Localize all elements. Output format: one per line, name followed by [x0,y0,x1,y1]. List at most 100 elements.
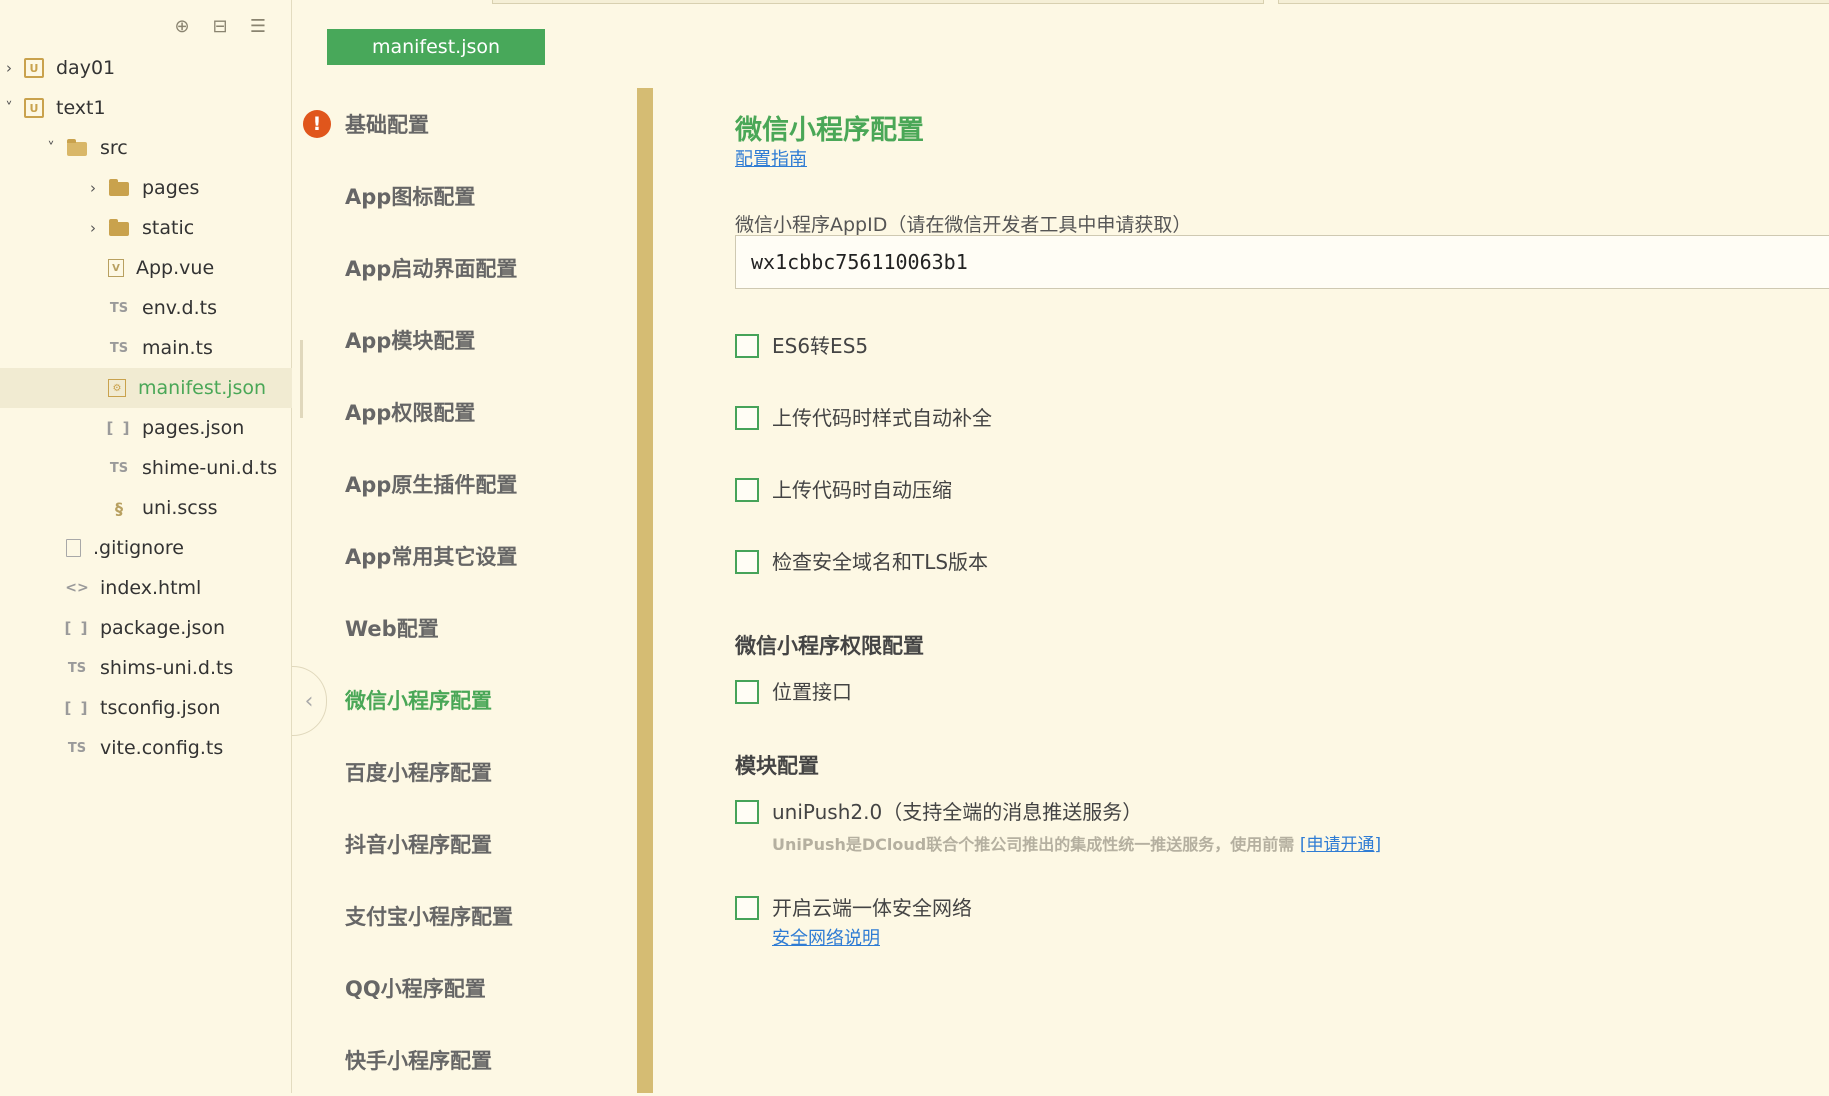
chevron-down-icon[interactable]: ˅ [42,139,60,157]
tree-item-label: index.html [100,577,202,599]
nav-item-label: App启动界面配置 [345,257,518,281]
unipush-hint: UniPush是DCloud联合个推公司推出的集成性统一推送服务，使用前需 [申… [772,830,1381,855]
tree-item[interactable]: TS vite.config.ts [0,728,292,768]
nav-item[interactable]: App原生插件配置 [303,448,633,520]
nav-item[interactable]: ! 基础配置 [303,88,633,160]
explorer-toolbar: ⊕ ⊟ ☰ [170,14,270,38]
page-title: 微信小程序配置 [735,115,924,146]
checkbox[interactable] [735,550,759,574]
json-icon: [ ] [64,619,90,637]
chevron-right-icon[interactable]: › [84,179,102,197]
option-label: 位置接口 [772,680,852,704]
chevron-right-icon[interactable]: › [84,219,102,237]
nav-item[interactable]: App图标配置 [303,160,633,232]
tree-item[interactable]: ⚙ manifest.json [0,368,292,408]
nav-item-label: 支付宝小程序配置 [345,905,513,929]
file-explorer: ⊕ ⊟ ☰ › Uday01 ˅ Utext1 ˅ src › pages › static V Ap… [0,0,292,1093]
nav-item[interactable]: 抖音小程序配置 [303,808,633,880]
nav-item-label: App模块配置 [345,329,476,353]
tab-manifest-json[interactable]: manifest.json [327,29,545,65]
option-auto-minify[interactable]: 上传代码时自动压缩 [735,478,952,502]
checkbox[interactable] [735,680,759,704]
locate-icon[interactable]: ⊕ [170,14,194,38]
tree-item-label: env.d.ts [142,297,217,319]
tree-item[interactable]: [ ] package.json [0,608,292,648]
horizontal-scrollbar-2[interactable] [1278,0,1829,4]
tree-item[interactable]: [ ] pages.json [0,408,292,448]
checkbox[interactable] [735,800,759,824]
nav-item[interactable]: QQ小程序配置 [303,952,633,1024]
ts-icon: TS [109,460,129,476]
folder-icon [108,218,130,238]
tree-item[interactable]: V App.vue [0,248,292,288]
menu-icon[interactable]: ☰ [246,14,270,38]
nav-item[interactable]: App启动界面配置 [303,232,633,304]
tree-item[interactable]: › Uday01 [0,48,292,88]
tree-item-label: src [100,137,128,159]
option-location-api[interactable]: 位置接口 [735,680,852,704]
tree-item[interactable]: [ ] tsconfig.json [0,688,292,728]
tree-item[interactable]: <> index.html [0,568,292,608]
option-es6-to-es5[interactable]: ES6转ES5 [735,334,868,358]
tree-item-label: main.ts [142,337,213,359]
ts-icon: TS [67,660,87,676]
nav-item[interactable]: 快手小程序配置 [303,1024,633,1096]
nav-item[interactable]: App权限配置 [303,376,633,448]
checkbox[interactable] [735,896,759,920]
file-tree: › Uday01 ˅ Utext1 ˅ src › pages › static V App.vue T… [0,48,292,768]
config-guide-link[interactable]: 配置指南 [735,145,807,171]
nav-item-label: App原生插件配置 [345,473,518,497]
appid-input[interactable] [735,235,1829,289]
tree-item[interactable]: ˅ src [0,128,292,168]
checkbox[interactable] [735,334,759,358]
nav-item[interactable]: App常用其它设置 [303,520,633,592]
apply-link[interactable]: [申请开通] [1300,835,1381,855]
checkbox[interactable] [735,406,759,430]
secure-network-link[interactable]: 安全网络说明 [772,924,972,950]
html-icon: <> [65,580,89,596]
nav-item[interactable]: 支付宝小程序配置 [303,880,633,952]
nav-item-label: QQ小程序配置 [345,977,486,1001]
horizontal-scrollbar[interactable] [492,0,1264,4]
nav-item[interactable]: 百度小程序配置 [303,736,633,808]
tree-item-label: shims-uni.d.ts [100,657,234,679]
option-secure-network[interactable]: 开启云端一体安全网络 安全网络说明 [735,896,972,950]
warning-icon: ! [303,110,331,138]
tree-item[interactable]: › static [0,208,292,248]
tree-item[interactable]: TS env.d.ts [0,288,292,328]
collapse-all-icon[interactable]: ⊟ [208,14,232,38]
tree-item-label: uni.scss [142,497,218,519]
tree-item[interactable]: § uni.scss [0,488,292,528]
tree-item[interactable]: TS shims-uni.d.ts [0,648,292,688]
nav-item[interactable]: 微信小程序配置 [303,664,633,736]
tree-item-label: tsconfig.json [100,697,221,719]
option-check-domain-tls[interactable]: 检查安全域名和TLS版本 [735,550,988,574]
nav-item[interactable]: App模块配置 [303,304,633,376]
nav-divider[interactable] [637,88,653,1093]
checkbox[interactable] [735,478,759,502]
vue-icon: V [108,259,124,277]
folder-icon [108,178,130,198]
proj-icon: U [24,58,44,78]
tree-item-label: pages.json [142,417,245,439]
nav-item-label: Web配置 [345,617,439,641]
manifest-icon: ⚙ [108,379,126,397]
tree-item[interactable]: .gitignore [0,528,292,568]
nav-item-label: App权限配置 [345,401,476,425]
option-label: 上传代码时自动压缩 [772,478,952,502]
chevron-down-icon[interactable]: ˅ [0,99,18,117]
chevron-right-icon[interactable]: › [0,59,18,77]
ts-icon: TS [67,740,87,756]
tree-item[interactable]: TS main.ts [0,328,292,368]
option-label: ES6转ES5 [772,334,869,358]
nav-item[interactable]: Web配置 [303,592,633,664]
option-unipush[interactable]: uniPush2.0（支持全端的消息推送服务） UniPush是DCloud联合… [735,800,1381,855]
nav-item-label: 基础配置 [345,113,429,137]
tree-item[interactable]: › pages [0,168,292,208]
option-style-autocomplete[interactable]: 上传代码时样式自动补全 [735,406,992,430]
tree-item[interactable]: ˅ Utext1 [0,88,292,128]
nav-item-label: App常用其它设置 [345,545,518,569]
tree-item-label: package.json [100,617,226,639]
nav-item-label: 快手小程序配置 [345,1049,492,1073]
tree-item[interactable]: TS shime-uni.d.ts [0,448,292,488]
